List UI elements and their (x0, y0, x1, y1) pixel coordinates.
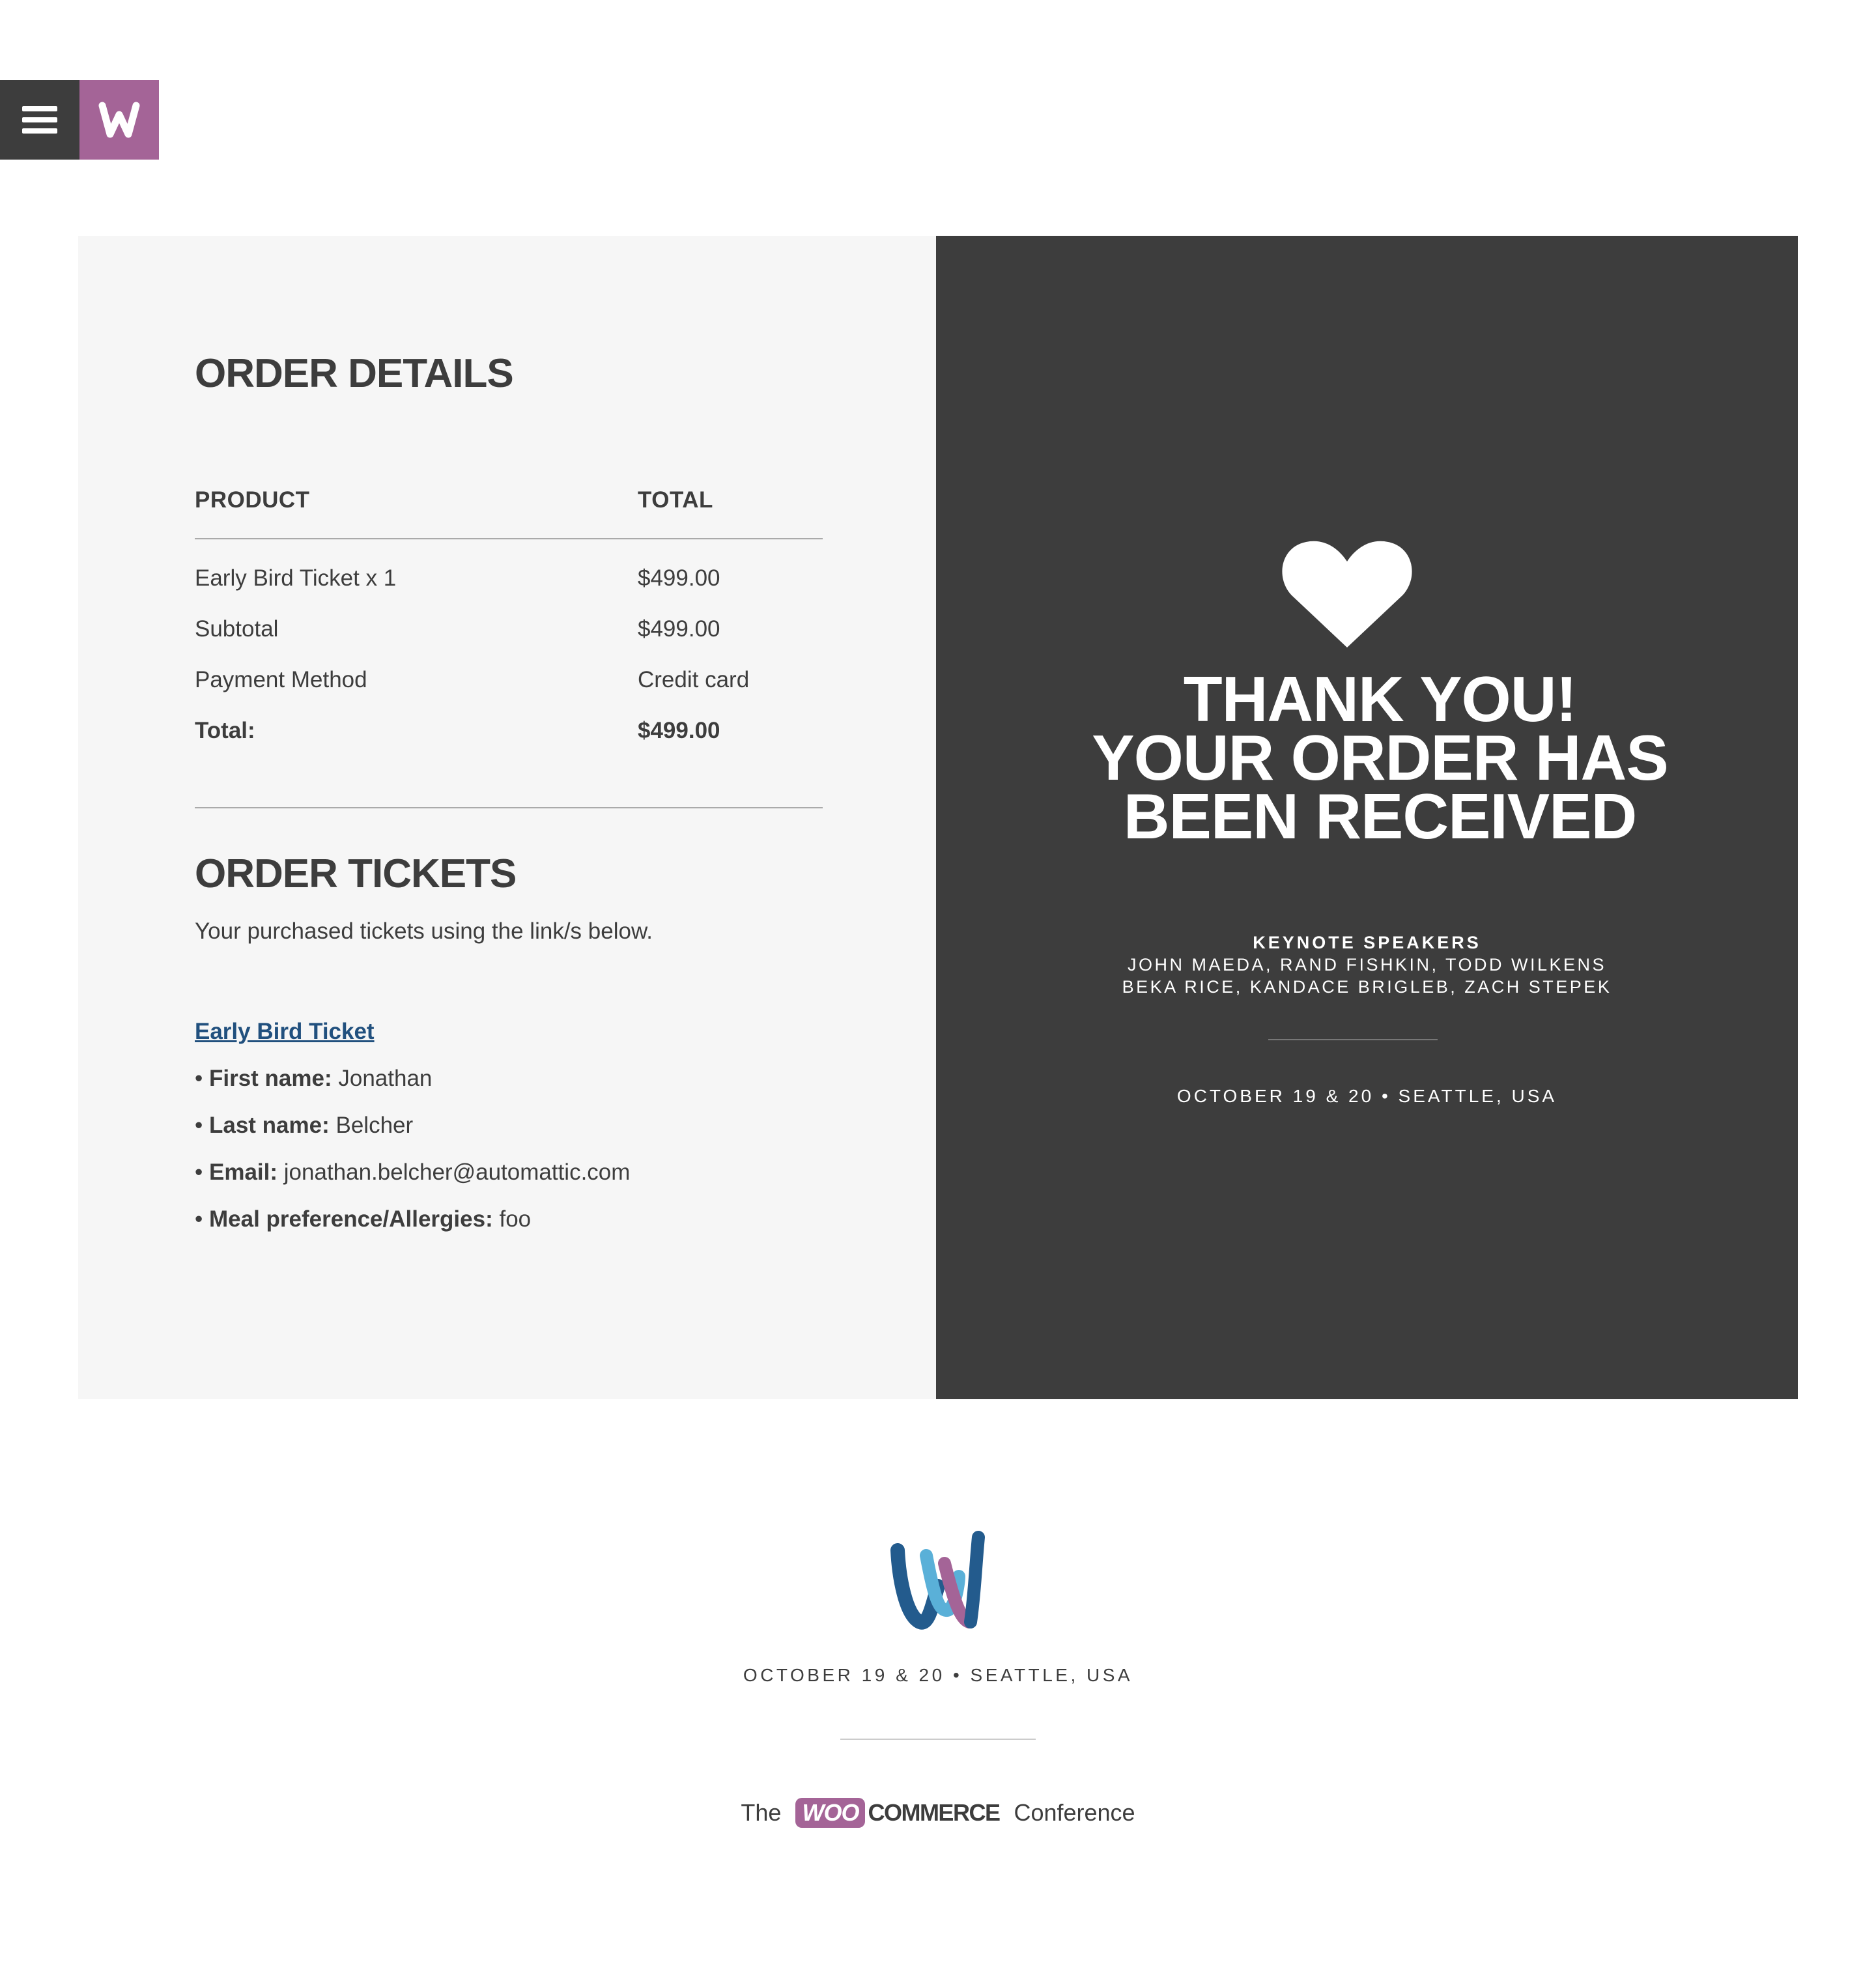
heart-icon (1282, 541, 1412, 647)
woo-w-logo-icon (98, 102, 140, 138)
list-item: • Meal preference/Allergies: foo (195, 1206, 532, 1232)
brand-prefix: The (741, 1799, 782, 1826)
event-date: OCTOBER 19 & 20 • SEATTLE, USA (1176, 1086, 1557, 1106)
attr-value: foo (499, 1206, 532, 1232)
total-column-header: TOTAL (638, 487, 713, 513)
order-details-title: ORDER DETAILS (195, 351, 514, 396)
list-item: • First name: Jonathan (195, 1066, 433, 1091)
total-row: Total: $499.00 (195, 718, 823, 757)
attr-value: Jonathan (338, 1066, 433, 1091)
table-row: Early Bird Ticket x 1 $499.00 (195, 565, 823, 604)
tickets-description: Your purchased tickets using the link/s … (195, 918, 653, 944)
thank-line: BEEN RECEIVED (1123, 780, 1638, 852)
row-value: $499.00 (638, 616, 720, 642)
row-label: Early Bird Ticket x 1 (195, 565, 397, 591)
attr-value: Belcher (335, 1113, 414, 1138)
thank-line: YOUR ORDER HAS (1092, 722, 1668, 793)
row-label: Payment Method (195, 667, 367, 692)
table-row: Subtotal $499.00 (195, 616, 823, 655)
speakers-line: BEKA RICE, KANDACE BRIGLEB, ZACH STEPEK (1122, 977, 1612, 997)
attr-value: jonathan.belcher@automattic.com (283, 1159, 631, 1185)
keynote-speakers-title: KEYNOTE SPEAKERS (1253, 933, 1481, 952)
row-label: Subtotal (195, 616, 279, 642)
list-item: • Last name: Belcher (195, 1113, 414, 1138)
order-table-header: PRODUCT TOTAL (195, 487, 823, 539)
footer-divider (840, 1739, 1036, 1740)
footer-brand: The WOO COMMERCE Conference (0, 1798, 1876, 1828)
home-logo-button[interactable] (79, 80, 159, 160)
order-details-panel: ORDER DETAILS PRODUCT TOTAL Early Bird T… (78, 236, 936, 1399)
brand-suffix: Conference (1014, 1799, 1135, 1826)
footer-event-date: OCTOBER 19 & 20 • SEATTLE, USA (743, 1665, 1133, 1685)
menu-button[interactable] (0, 80, 79, 160)
thank-you-heading: THANK YOU! YOUR ORDER HAS BEEN RECEIVED (936, 663, 1798, 852)
divider (195, 807, 823, 808)
top-header (0, 80, 159, 160)
hamburger-menu-icon (22, 106, 57, 134)
woocommerce-logo: WOO COMMERCE (795, 1798, 1001, 1828)
thank-line: THANK YOU! (1183, 663, 1577, 735)
list-item: • Email: jonathan.belcher@automattic.com (195, 1159, 631, 1185)
attr-label: Last name: (208, 1113, 330, 1138)
woo-conference-w-logo-icon (890, 1531, 985, 1630)
commerce-wordmark: COMMERCE (868, 1799, 1001, 1826)
attr-label: Email: (208, 1159, 278, 1185)
attr-label: Meal preference/Allergies: (208, 1206, 493, 1232)
order-panels: ORDER DETAILS PRODUCT TOTAL Early Bird T… (78, 236, 1798, 1399)
row-value: $499.00 (638, 718, 720, 743)
speakers-line: JOHN MAEDA, RAND FISHKIN, TODD WILKENS (1127, 955, 1607, 974)
divider (1268, 1039, 1438, 1040)
table-row: Payment Method Credit card (195, 667, 823, 706)
order-tickets-title: ORDER TICKETS (195, 851, 517, 896)
row-value: Credit card (638, 667, 750, 692)
thank-you-panel: THANK YOU! YOUR ORDER HAS BEEN RECEIVED … (936, 236, 1798, 1399)
row-label: Total: (195, 718, 255, 743)
woo-badge: WOO (795, 1798, 866, 1828)
product-column-header: PRODUCT (195, 487, 310, 513)
early-bird-ticket-link[interactable]: Early Bird Ticket (195, 1019, 375, 1045)
row-value: $499.00 (638, 565, 720, 591)
attr-label: First name: (208, 1066, 332, 1091)
